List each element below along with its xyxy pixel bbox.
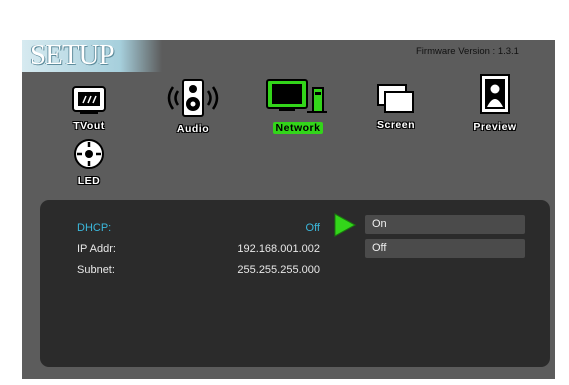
page-title: SETUP bbox=[30, 39, 115, 71]
menu-item-led[interactable]: LED bbox=[59, 137, 119, 189]
menu-item-audio[interactable]: Audio bbox=[160, 77, 226, 137]
firmware-version: Firmware Version : 1.3.1 bbox=[416, 46, 519, 57]
dhcp-option-on[interactable]: On bbox=[365, 215, 525, 234]
dhcp-option-off[interactable]: Off bbox=[365, 239, 525, 258]
ip-addr-value[interactable]: 192.168.001.002 bbox=[237, 243, 320, 255]
ip-addr-label: IP Addr: bbox=[77, 243, 116, 255]
led-label: LED bbox=[77, 175, 101, 187]
menu-item-network[interactable]: Network bbox=[260, 78, 336, 136]
subnet-value[interactable]: 255.255.255.000 bbox=[237, 264, 320, 276]
screen-label: Screen bbox=[376, 119, 416, 131]
network-icon bbox=[266, 79, 327, 113]
speaker-icon bbox=[167, 79, 219, 117]
preview-label: Preview bbox=[473, 121, 517, 133]
dhcp-label: DHCP: bbox=[77, 222, 112, 234]
title-tab: SETUP bbox=[22, 39, 162, 72]
portrait-icon bbox=[480, 74, 510, 114]
tvout-label: TVout bbox=[73, 120, 105, 132]
audio-label: Audio bbox=[176, 123, 210, 135]
play-arrow-icon bbox=[334, 213, 357, 237]
tv-icon bbox=[72, 86, 106, 114]
menu-item-tvout[interactable]: TVout bbox=[59, 84, 119, 134]
led-icon bbox=[74, 139, 104, 169]
network-label: Network bbox=[272, 122, 324, 134]
dhcp-value[interactable]: Off bbox=[306, 222, 320, 234]
menu-item-preview[interactable]: Preview bbox=[460, 73, 530, 135]
menu-item-screen[interactable]: Screen bbox=[364, 83, 428, 133]
network-settings-panel: DHCP: Off IP Addr: 192.168.001.002 Subne… bbox=[40, 200, 550, 367]
subnet-label: Subnet: bbox=[77, 264, 115, 276]
setup-screen: SETUP Firmware Version : 1.3.1 TVout Aud… bbox=[22, 39, 555, 379]
screen-icon bbox=[377, 84, 414, 113]
